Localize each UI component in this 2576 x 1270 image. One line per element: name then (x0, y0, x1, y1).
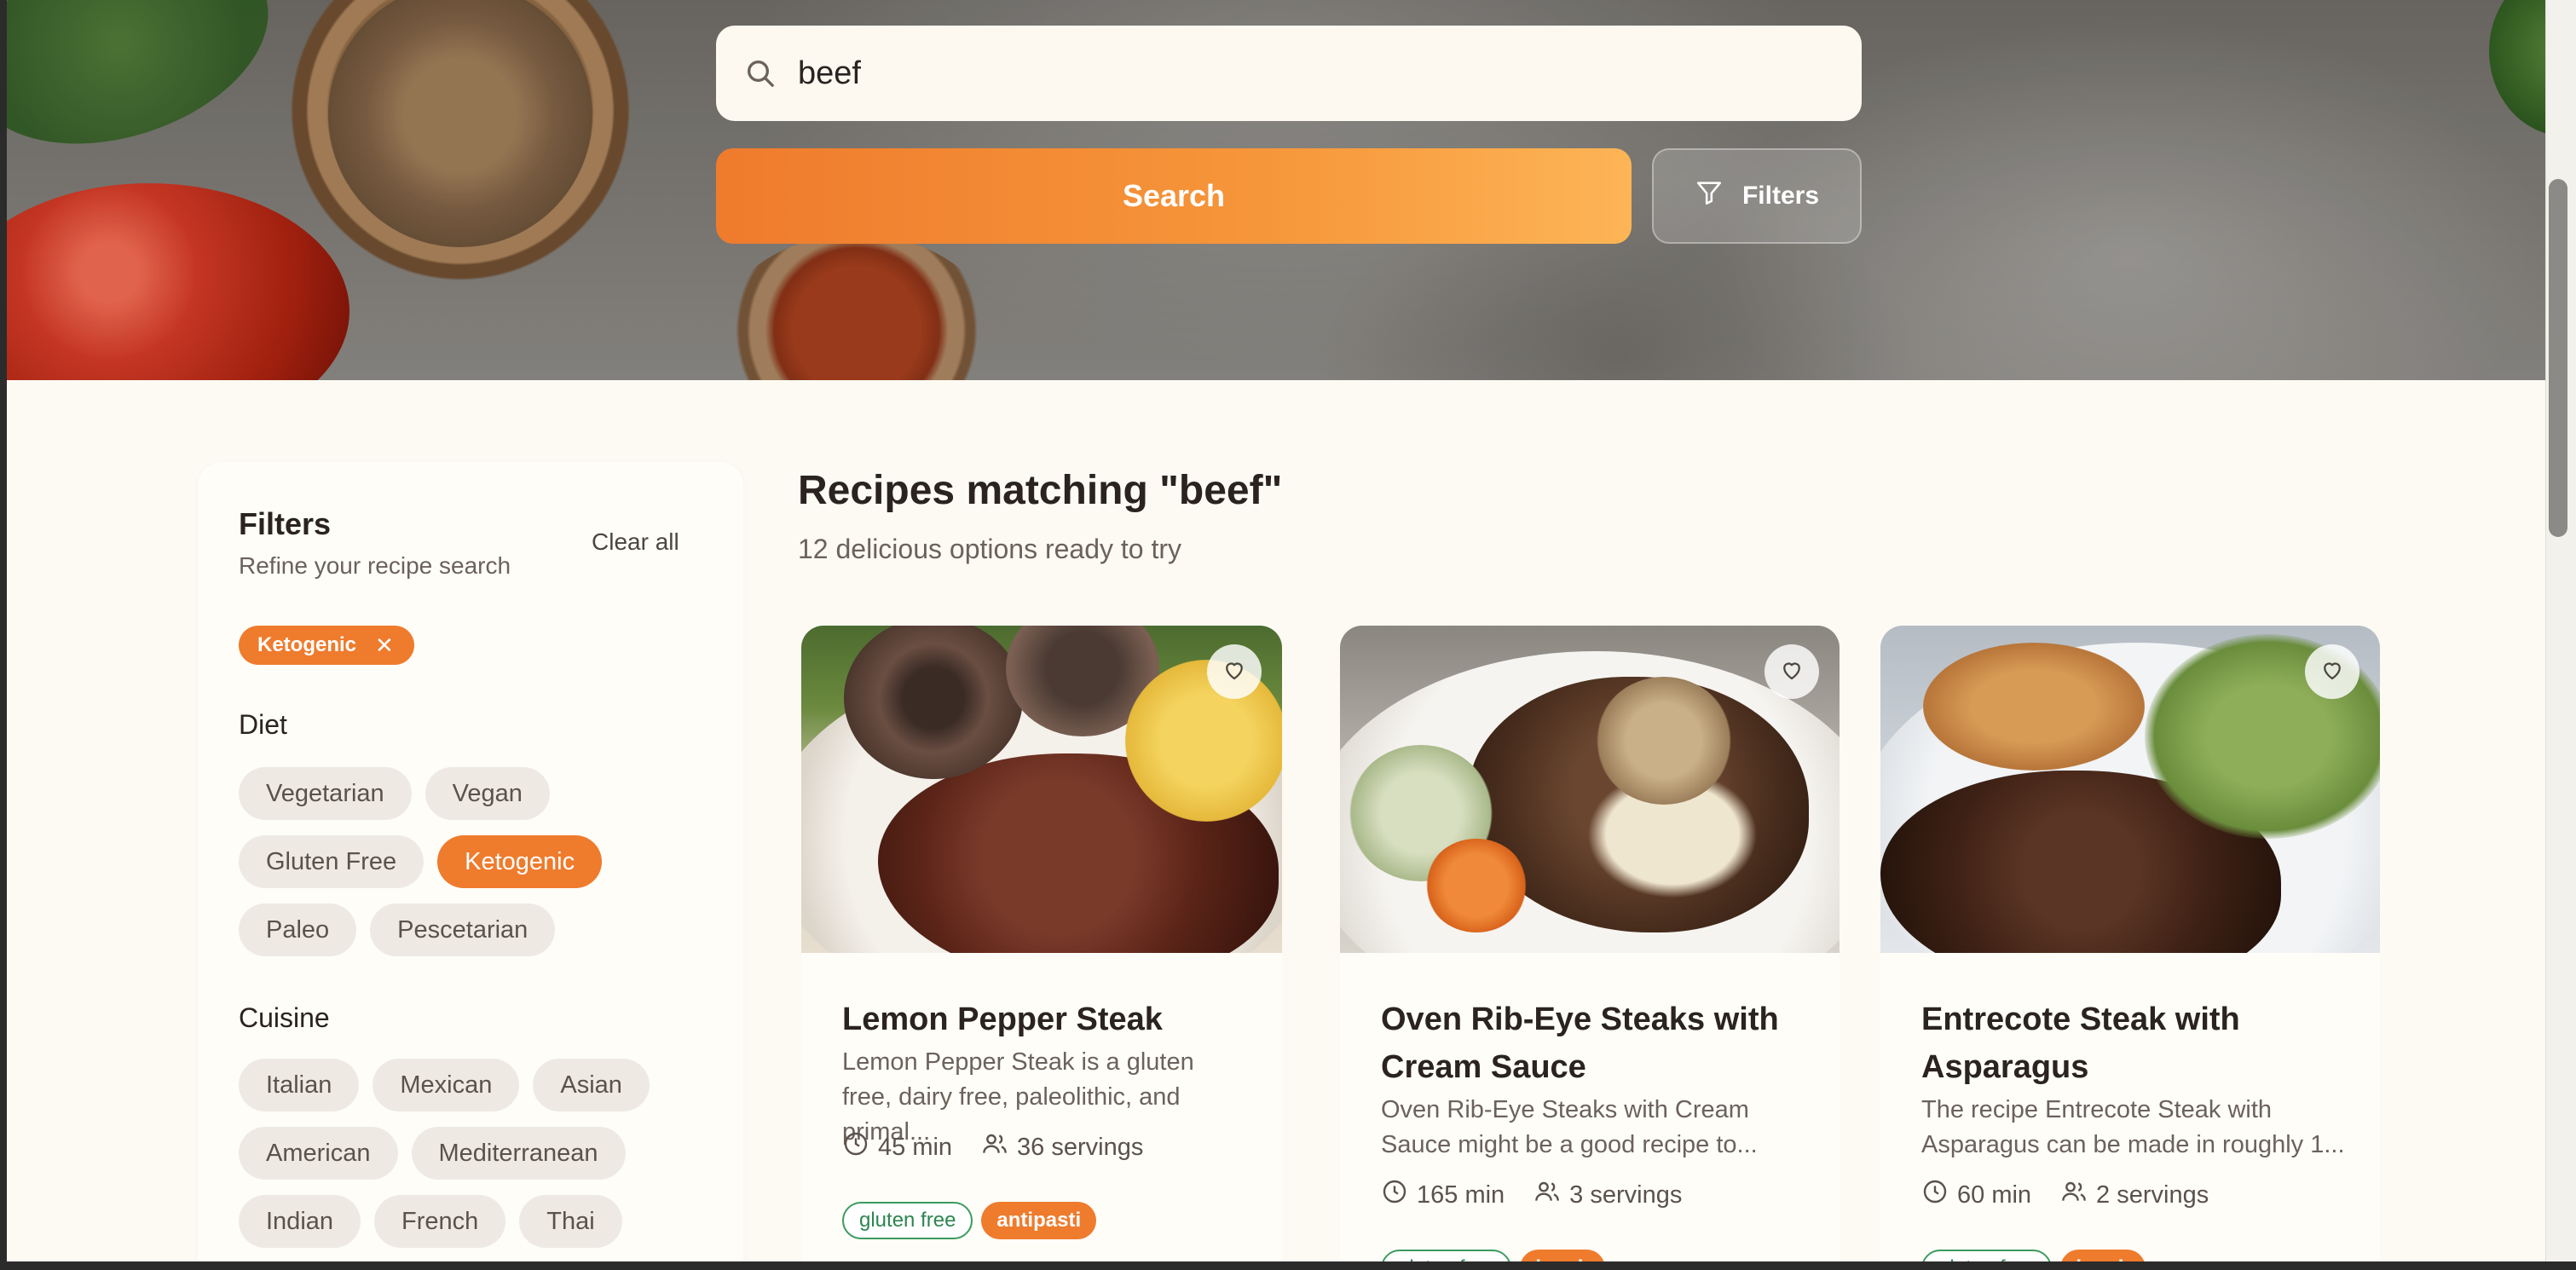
recipe-meta: 165 min 3 servings (1381, 1178, 1682, 1212)
diet-chip-vegetarian[interactable]: Vegetarian (239, 767, 412, 820)
recipe-meta: 45 min 36 servings (842, 1130, 1143, 1164)
heart-icon (1222, 657, 1247, 687)
results-count: 12 delicious options ready to try (798, 534, 1182, 564)
recipe-card[interactable]: Entrecote Steak with Asparagus The recip… (1880, 626, 2380, 1270)
search-icon (743, 56, 777, 90)
recipe-time: 45 min (878, 1133, 953, 1161)
recipe-description: Oven Rib-Eye Steaks with Cream Sauce mig… (1381, 1096, 1758, 1158)
heart-icon (2319, 657, 2345, 687)
diet-chip-pescetarian[interactable]: Pescetarian (370, 903, 556, 956)
search-input[interactable]: beef (716, 26, 1862, 121)
results-title: Recipes matching "beef" (798, 468, 1283, 513)
filters-button-label: Filters (1741, 182, 1820, 210)
recipe-card[interactable]: Oven Rib-Eye Steaks with Cream Sauce Ove… (1340, 626, 1840, 1270)
recipe-time: 165 min (1417, 1181, 1505, 1209)
diet-section-title: Diet (239, 709, 287, 740)
clock-icon (1921, 1178, 1949, 1212)
window-border-bottom (0, 1261, 2576, 1270)
clock-icon (1381, 1178, 1408, 1212)
recipe-tags: gluten free antipasti (842, 1202, 1097, 1239)
recipe-servings: 36 servings (1017, 1133, 1144, 1161)
cuisine-chip-french[interactable]: French (374, 1195, 506, 1248)
tag-antipasti[interactable]: antipasti (981, 1202, 1097, 1239)
cuisine-section-title: Cuisine (239, 1002, 330, 1033)
recipe-title[interactable]: Lemon Pepper Steak (842, 996, 1248, 1043)
recipe-description: The recipe Entrecote Steak with Asparagu… (1921, 1096, 2345, 1158)
recipe-servings: 3 servings (1569, 1181, 1683, 1209)
clock-icon (842, 1130, 869, 1164)
users-icon (2060, 1178, 2088, 1212)
cuisine-chip-italian[interactable]: Italian (239, 1059, 360, 1111)
sidebar-subtitle: Refine your recipe search (239, 552, 511, 579)
hero-banner: beef Search Filters (0, 0, 2576, 380)
search-query-text[interactable]: beef (798, 55, 861, 92)
diet-chip-ketogenic[interactable]: Ketogenic (437, 835, 603, 888)
diet-chip-gluten-free[interactable]: Gluten Free (239, 835, 425, 888)
recipe-servings: 2 servings (2096, 1181, 2209, 1209)
vertical-scrollbar-thumb[interactable] (2549, 179, 2567, 537)
favorite-button[interactable] (1207, 644, 1262, 699)
cuisine-chip-mediterranean[interactable]: Mediterranean (411, 1127, 626, 1180)
recipe-photo[interactable] (801, 626, 1282, 953)
filters-sidebar: Filters Refine your recipe search Clear … (198, 462, 743, 1270)
heart-icon (1779, 657, 1805, 687)
filters-toggle-button[interactable]: Filters (1652, 148, 1862, 244)
favorite-button[interactable] (2305, 644, 2359, 699)
cuisine-chip-american[interactable]: American (239, 1127, 398, 1180)
window-border (0, 0, 7, 1270)
users-icon (1533, 1178, 1561, 1212)
recipe-photo[interactable] (1880, 626, 2380, 953)
diet-chip-vegan[interactable]: Vegan (425, 767, 550, 820)
recipe-photo[interactable] (1340, 626, 1840, 953)
recipe-meta: 60 min 2 servings (1921, 1178, 2209, 1212)
cuisine-chip-mexican[interactable]: Mexican (373, 1059, 520, 1111)
sidebar-title: Filters (239, 506, 332, 541)
diet-chip-paleo[interactable]: Paleo (239, 903, 357, 956)
recipe-title[interactable]: Oven Rib-Eye Steaks with Cream Sauce (1381, 996, 1805, 1091)
recipe-title[interactable]: Entrecote Steak with Asparagus (1921, 996, 2346, 1091)
active-filter-label: Ketogenic (257, 633, 357, 656)
filter-funnel-icon (1695, 178, 1724, 214)
cuisine-chip-thai[interactable]: Thai (519, 1195, 622, 1248)
close-icon[interactable]: ✕ (375, 632, 394, 659)
search-button[interactable]: Search (716, 148, 1632, 244)
recipe-card[interactable]: Lemon Pepper Steak Lemon Pepper Steak is… (801, 626, 1282, 1270)
cuisine-chip-asian[interactable]: Asian (533, 1059, 650, 1111)
tag-gluten-free[interactable]: gluten free (842, 1202, 973, 1239)
active-filter-chip[interactable]: Ketogenic ✕ (239, 626, 414, 665)
clear-all-button[interactable]: Clear all (592, 528, 679, 556)
users-icon (981, 1130, 1008, 1164)
favorite-button[interactable] (1765, 644, 1819, 699)
recipe-time: 60 min (1957, 1181, 2032, 1209)
cuisine-chip-indian[interactable]: Indian (239, 1195, 361, 1248)
